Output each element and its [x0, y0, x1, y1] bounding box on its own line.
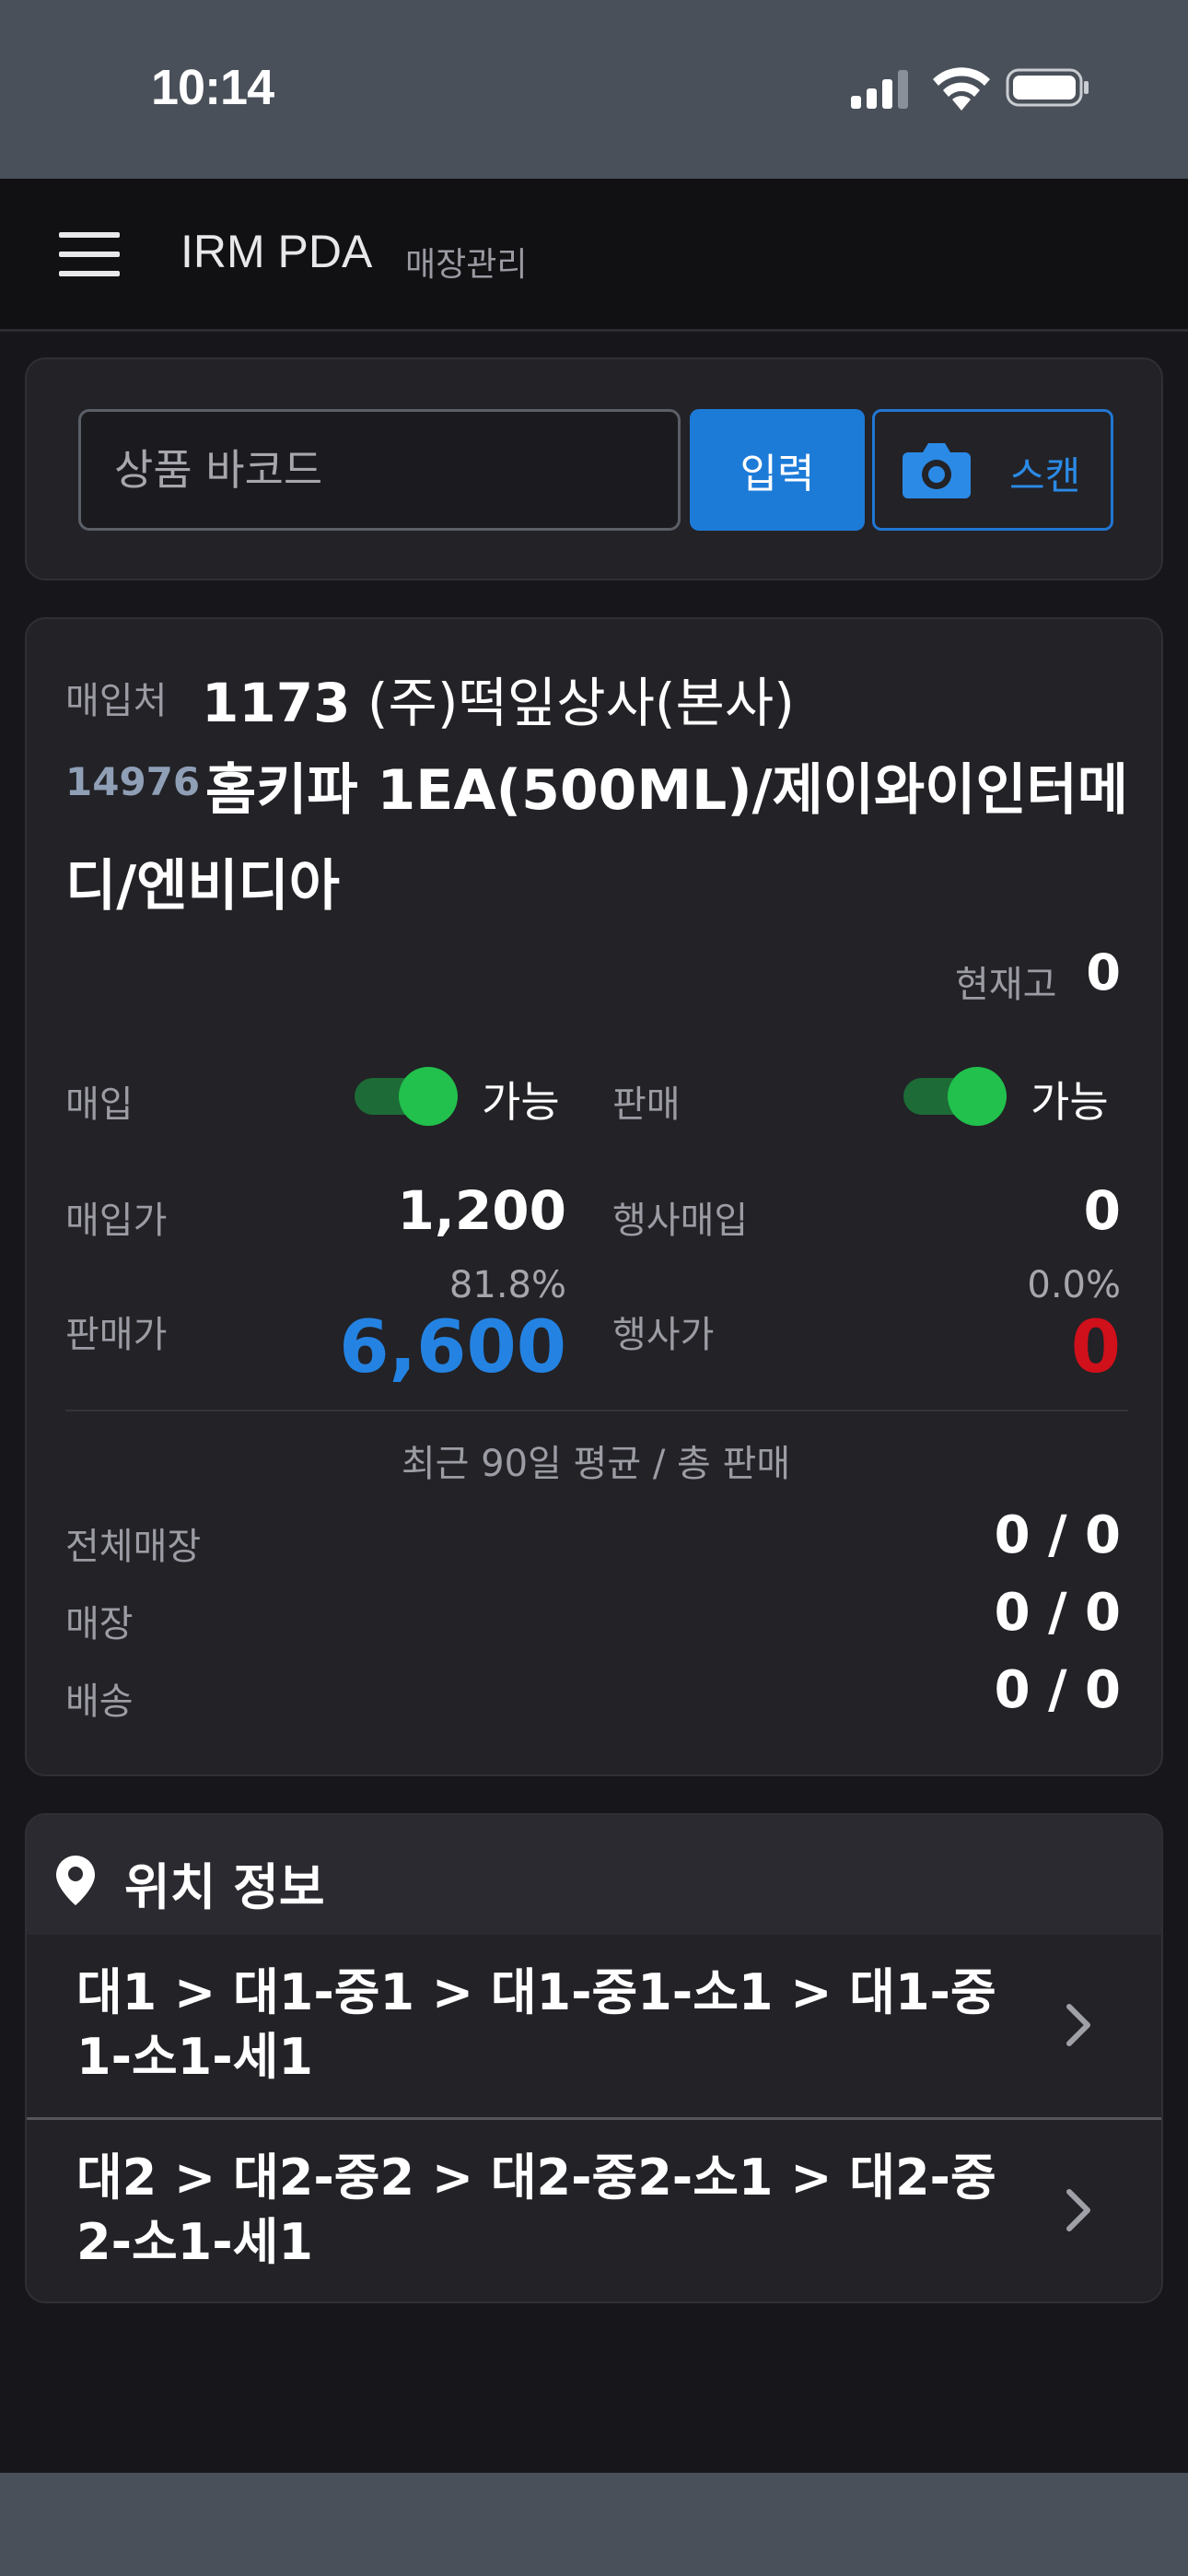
chevron-right-icon — [1066, 2189, 1090, 2231]
purchase-price-label: 매입가 — [65, 1200, 168, 1242]
location-path: 대1 > 대1-중1 > 대1-중1-소1 > 대1-중1-소1-세1 — [76, 1963, 996, 2086]
event-price-label: 행사가 — [612, 1314, 715, 1356]
purchase-label: 매입 — [65, 1083, 134, 1126]
camera-icon — [903, 443, 971, 498]
product-info-card: 매입처 1173 (주)떡잎상사(본사) 홈키파 1EA(500ML)/제이와이… — [25, 617, 1163, 1776]
location-title: 위치 정보 — [124, 1858, 325, 1916]
purchase-toggle-knob — [399, 1067, 458, 1126]
stock-label: 현재고 — [955, 964, 1057, 1006]
sale-status: 가능 — [1031, 1077, 1109, 1127]
location-pin-icon — [56, 1856, 95, 1905]
battery-icon — [1006, 68, 1089, 107]
app-title: IRM PDA — [181, 226, 373, 277]
stat-label-store: 매장 — [65, 1603, 134, 1645]
purchase-price: 1,200 — [397, 1179, 566, 1242]
supplier-value: 1173 (주)떡잎상사(본사) — [202, 660, 795, 737]
product-name: 홈키파 1EA(500ML)/제이와이인터메디/엔비디아 — [65, 758, 1128, 919]
sale-price-label: 판매가 — [65, 1314, 168, 1356]
purchase-status: 가능 — [482, 1077, 560, 1127]
sale-toggle-knob — [948, 1067, 1007, 1126]
event-price: 0 — [1070, 1306, 1121, 1389]
status-bar: 10:14 — [0, 0, 1188, 179]
event-purchase-label: 행사매입 — [612, 1200, 749, 1242]
wifi-icon — [933, 67, 990, 111]
location-item[interactable]: 대2 > 대2-중2 > 대2-중2-소1 > 대2-중2-소1-세1 — [27, 2120, 1161, 2301]
app-bar: IRM PDA 매장관리 — [0, 179, 1188, 332]
stat-value-delivery: 0 / 0 — [994, 1660, 1121, 1720]
stat-value-store: 0 / 0 — [994, 1583, 1121, 1643]
sale-margin: 81.8% — [448, 1264, 566, 1306]
stat-label-delivery: 배송 — [65, 1680, 134, 1723]
chevron-right-icon — [1066, 2004, 1090, 2046]
location-card: 위치 정보 대1 > 대1-중1 > 대1-중1-소1 > 대1-중1-소1-세… — [25, 1813, 1163, 2303]
location-item[interactable]: 대1 > 대1-중1 > 대1-중1-소1 > 대1-중1-소1-세1 — [27, 1935, 1161, 2117]
supplier-code: 1173 — [202, 672, 351, 734]
app-subtitle: 매장관리 — [405, 246, 528, 284]
bottom-bar — [0, 2473, 1188, 2576]
divider — [65, 1410, 1128, 1411]
cellular-signal-icon — [851, 70, 908, 109]
supplier-label: 매입처 — [65, 680, 168, 722]
stat-label-all-stores: 전체매장 — [65, 1526, 202, 1568]
purchase-toggle[interactable] — [355, 1067, 460, 1126]
status-time: 10:14 — [151, 60, 274, 115]
location-header: 위치 정보 — [27, 1815, 1161, 1935]
stat-value-all-stores: 0 / 0 — [994, 1505, 1121, 1565]
product-code: 14976 — [65, 759, 201, 804]
stock-value: 0 — [1086, 943, 1121, 1001]
sales-stats-title: 최근 90일 평균 / 총 판매 — [401, 1443, 791, 1485]
sale-label: 판매 — [612, 1083, 681, 1126]
location-path: 대2 > 대2-중2 > 대2-중2-소1 > 대2-중2-소1-세1 — [76, 2149, 996, 2271]
scan-button[interactable]: 스캔 — [872, 409, 1113, 531]
sale-price: 6,600 — [339, 1306, 566, 1389]
sale-toggle[interactable] — [903, 1067, 1008, 1126]
barcode-search-card: 입력 스캔 — [25, 357, 1163, 580]
menu-icon[interactable] — [59, 232, 120, 276]
event-margin: 0.0% — [1027, 1264, 1121, 1306]
event-purchase-value: 0 — [1083, 1179, 1121, 1242]
barcode-input[interactable] — [78, 409, 681, 531]
scan-label: 스캔 — [1009, 453, 1081, 498]
supplier-name: (주)떡잎상사(본사) — [367, 672, 795, 734]
enter-button[interactable]: 입력 — [690, 409, 865, 531]
